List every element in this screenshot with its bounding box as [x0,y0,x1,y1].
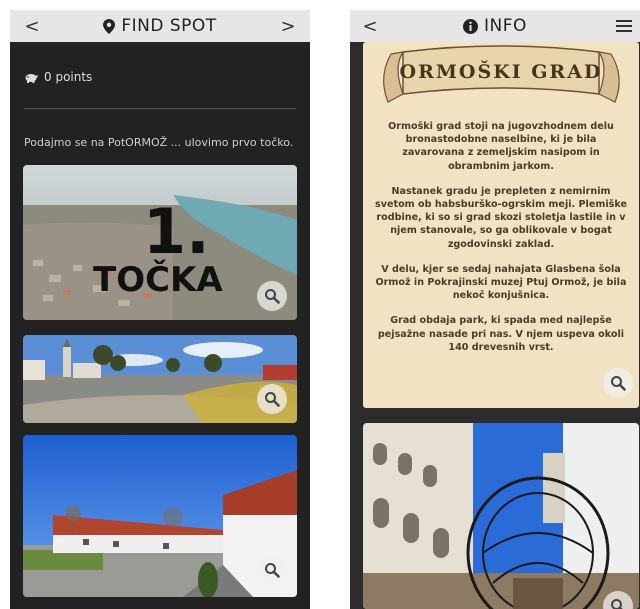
paragraph: Nastanek gradu je prepleten z nemirnim s… [375,185,627,250]
page-title: INFO [463,16,527,36]
magnifier-icon [265,563,280,578]
castle-photo [23,435,297,597]
back-label: < [24,15,40,37]
top-bar: < FIND SPOT > [10,10,310,42]
spot-card-square[interactable] [23,335,297,423]
intro-text: Podajmo se na PotORMOŽ ... ulovimo prvo … [24,136,294,149]
menu-button[interactable] [608,10,640,42]
page-title-text: INFO [484,16,527,36]
page-title-text: FIND SPOT [121,16,217,36]
banner-title: ORMOŠKI GRAD [400,60,603,83]
info-circle-icon [463,18,479,34]
hamburger-menu-icon [616,20,632,32]
page-title: FIND SPOT [103,16,216,36]
forward-label: > [280,15,296,37]
aerial-photo: 1. TOČKA [23,165,297,320]
square-photo [23,335,297,423]
zoom-button[interactable] [257,555,287,585]
magnifier-icon [265,392,280,407]
top-bar: < INFO [350,10,640,42]
magnifier-icon [265,289,280,304]
info-text: Ormoški grad stoji na jugovzhodnem delu … [373,120,629,366]
hero-word: TOČKA [93,259,223,300]
paragraph: Grad obdaja park, ki spada med najlepše … [377,315,625,353]
find-spot-screen: < FIND SPOT > 0 points Podajmo se na Pot… [10,10,310,609]
back-button[interactable]: < [16,10,48,42]
back-button[interactable]: < [354,10,386,42]
points-text: 0 points [44,70,93,84]
hero-number: 1. [143,195,210,268]
courtyard-photo-card[interactable] [363,423,639,609]
spot-card-castle[interactable] [23,435,297,597]
spot-card-aerial[interactable]: 1. TOČKA [23,165,297,320]
paragraph: Ormoški grad stoji na jugovzhodnem delu … [388,121,614,172]
divider [24,108,296,109]
info-parchment: ORMOŠKI GRAD Ormoški grad stoji na jugov… [363,42,639,408]
back-label: < [362,15,378,37]
zoom-button[interactable] [603,368,633,398]
zoom-button[interactable] [257,384,287,414]
piggy-bank-icon [25,73,38,83]
forward-button[interactable]: > [272,10,304,42]
title-banner: ORMOŠKI GRAD [383,45,620,103]
magnifier-icon [611,376,626,391]
map-pin-icon [103,18,116,34]
info-screen: < INFO ORMOŠKI GRAD Ormoški grad stoji n… [350,10,640,609]
paragraph: V delu, kjer se sedaj nahajata Glasbena … [375,263,627,302]
magnifier-icon [611,599,623,609]
zoom-button[interactable] [257,281,287,311]
points-indicator: 0 points [24,70,92,84]
courtyard-photo [363,423,639,609]
